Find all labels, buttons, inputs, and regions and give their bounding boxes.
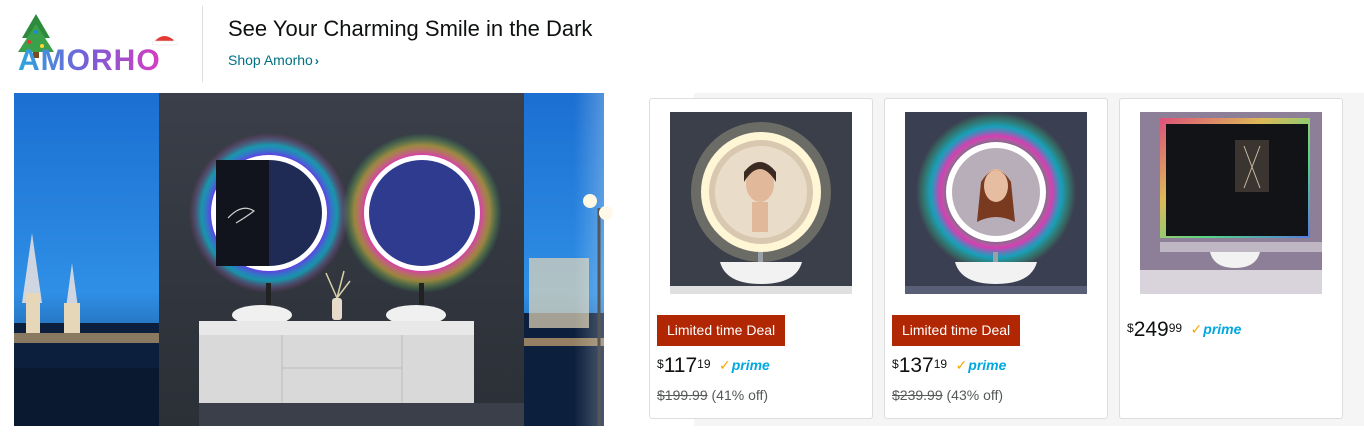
round-led-mirror-rgb-image[interactable] [905,112,1087,294]
list-price-row: $239.99 (43% off) [892,387,1003,403]
header-divider [202,6,203,82]
price-whole: 117 [663,354,698,377]
price-currency: $ [657,357,664,371]
discount-percent: (41% off) [711,387,769,403]
prime-label: prime [731,357,770,373]
round-led-mirror-warm-image[interactable] [670,112,852,294]
product-price[interactable]: $24999 ✓prime [1127,318,1241,342]
product-card-1[interactable]: Limited time Deal $11719 ✓prime $199.99 … [649,98,873,419]
prime-check-icon: ✓ [718,357,731,373]
list-price-row: $199.99 (41% off) [657,387,768,403]
product-card-2[interactable]: Limited time Deal $13719 ✓prime $239.99 … [884,98,1108,419]
brand-header: AMORHO See Your Charming Smile in the Da… [0,0,1364,90]
prime-badge: ✓prime [1191,321,1242,338]
prime-check-icon: ✓ [955,357,968,373]
price-whole: 137 [898,354,934,377]
prime-badge: ✓prime [719,357,770,374]
list-price: $199.99 [657,387,708,403]
shop-link-label: Shop Amorho [228,52,313,68]
price-currency: $ [892,357,899,371]
limited-time-deal-badge: Limited time Deal [892,315,1021,346]
prime-badge: ✓prime [956,357,1007,374]
prime-label: prime [1203,321,1242,337]
price-fraction: 19 [697,357,711,371]
rectangle-led-mirror-image[interactable] [1140,112,1322,294]
product-price[interactable]: $11719 ✓prime [657,354,770,378]
list-price: $239.99 [892,387,943,403]
product-price[interactable]: $13719 ✓prime [892,354,1006,378]
price-whole: 249 [1133,318,1169,341]
svg-text:AMORHO: AMORHO [18,44,161,76]
price-fraction: 19 [933,357,948,371]
limited-time-deal-badge: Limited time Deal [657,315,786,346]
discount-percent: (43% off) [946,387,1004,403]
price-fraction: 99 [1168,321,1183,335]
amorho-logo[interactable]: AMORHO [14,12,178,76]
prime-check-icon: ✓ [1190,321,1203,337]
prime-label: prime [968,357,1007,373]
price-currency: $ [1127,321,1134,335]
product-card-3[interactable]: $24999 ✓prime [1119,98,1343,419]
brand-headline[interactable]: See Your Charming Smile in the Dark [228,16,592,42]
shop-brand-link[interactable]: Shop Amorho › [228,52,319,68]
chevron-right-icon: › [314,54,319,68]
